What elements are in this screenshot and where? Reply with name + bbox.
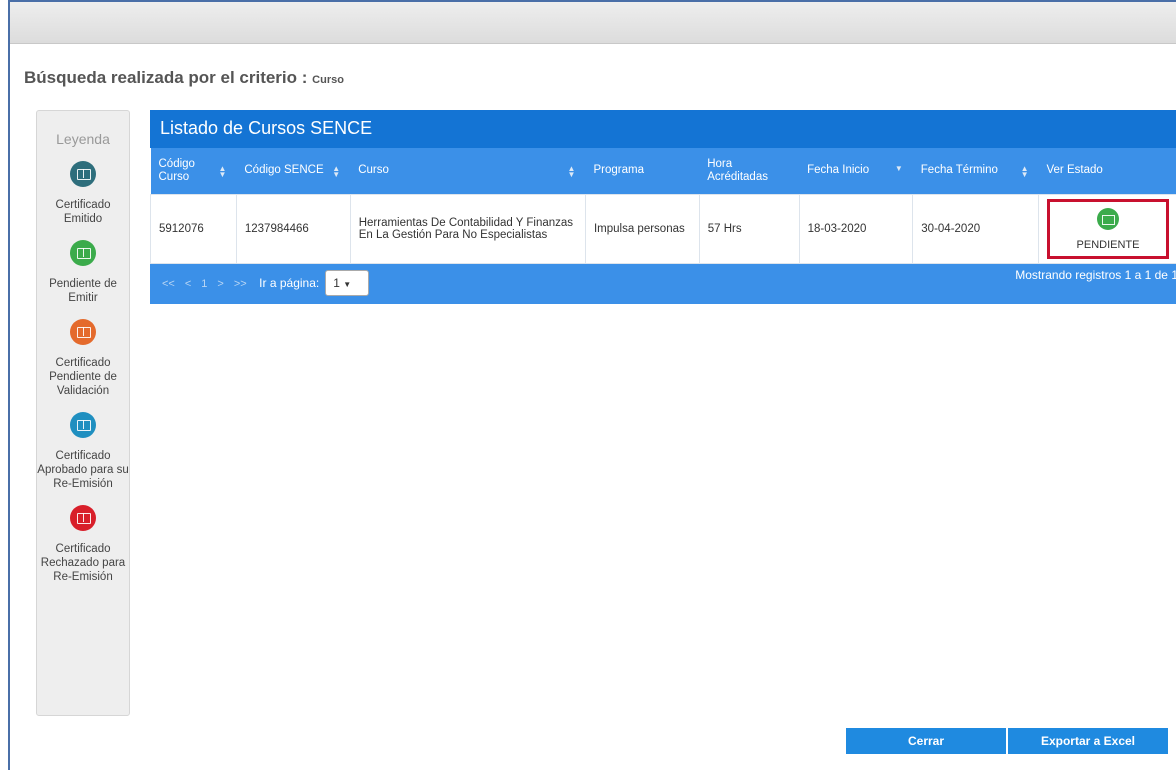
legend-item-rechazado-reemision: Certificado Rechazado para Re-Emisión — [37, 505, 129, 584]
certificate-book-icon — [70, 240, 96, 266]
panel-title: Listado de Cursos SENCE — [150, 110, 1176, 148]
column-header-fecha-termino[interactable]: Fecha Término ▲ ▼ — [913, 148, 1039, 194]
table-header-row: Código Curso ▲ ▼ Código SENCE ▲ ▼ Curso ▲ ▼ Pr… — [150, 148, 1176, 194]
window-frame: Búsqueda realizada por el criterio : Cur… — [8, 0, 1176, 770]
legend-label: Certificado Emitido — [55, 199, 111, 225]
dropdown-arrow-icon: ▼ — [343, 279, 352, 289]
cell-fecha-termino: 30-04-2020 — [912, 193, 1039, 264]
cell-fecha-inicio: 18-03-2020 — [798, 193, 914, 264]
first-page-link[interactable]: << — [158, 276, 179, 292]
legend-label: Certificado Aprobado para su Re-Emisión — [37, 450, 129, 490]
export-excel-button[interactable]: Exportar a Excel — [1008, 728, 1168, 754]
legend-label: Certificado Rechazado para Re-Emisión — [40, 543, 126, 583]
column-header-ver-estado: Ver Estado — [1046, 164, 1103, 177]
top-bar — [10, 2, 1176, 44]
certificate-book-icon — [70, 319, 96, 345]
certificate-book-icon — [70, 412, 96, 438]
cell-codigo-sence: 1237984466 — [235, 193, 351, 264]
legend-title: Leyenda — [56, 131, 110, 147]
courses-panel: Listado de Cursos SENCE Código Curso ▲ ▼ C… — [150, 110, 1176, 304]
column-header-codigo-sence[interactable]: Código SENCE ▲ ▼ — [236, 148, 350, 194]
legend-panel: Leyenda Certificado Emitido Pendiente de… — [36, 110, 130, 716]
column-header-horas[interactable]: Hora Acréditadas — [699, 148, 799, 194]
prev-page-link[interactable]: < — [181, 276, 195, 292]
search-criteria-heading: Búsqueda realizada por el criterio : Cur… — [24, 68, 344, 88]
certificate-book-icon — [70, 505, 96, 531]
legend-label: Certificado Pendiente de Validación — [49, 357, 117, 397]
goto-page: Ir a página: 1 ▼ — [259, 269, 370, 296]
table-row: 5912076 1237984466 Herramientas De Conta… — [150, 193, 1176, 264]
sort-icon: ▲ ▼ — [1020, 164, 1029, 179]
certificate-book-icon — [70, 161, 96, 187]
legend-item-pendiente-validacion: Certificado Pendiente de Validación — [37, 319, 129, 398]
pagination-links: << < 1 > >> — [158, 276, 251, 292]
legend-item-emitido: Certificado Emitido — [37, 161, 129, 226]
sort-icon: ▲ ▼ — [332, 164, 341, 179]
page-select[interactable]: 1 ▼ — [325, 269, 370, 296]
status-highlight-box[interactable]: PENDIENTE — [1047, 198, 1169, 259]
records-info: Mostrando registros 1 a 1 de 1 — [1015, 267, 1176, 282]
legend-item-aprobado-reemision: Certificado Aprobado para su Re-Emisión — [37, 412, 129, 491]
close-button[interactable]: Cerrar — [846, 728, 1006, 754]
legend-item-pendiente-emitir: Pendiente de Emitir — [37, 240, 129, 305]
cell-ver-estado: PENDIENTE — [1038, 193, 1176, 264]
next-page-link[interactable]: > — [213, 276, 227, 292]
last-page-link[interactable]: >> — [230, 276, 251, 292]
legend-label: Pendiente de Emitir — [49, 278, 117, 304]
cell-programa: Impulsa personas — [584, 193, 700, 264]
cell-curso: Herramientas De Contabilidad Y Finanzas … — [349, 193, 586, 264]
column-header-codigo-curso[interactable]: Código Curso ▲ ▼ — [151, 148, 237, 194]
search-criteria-prefix: Búsqueda realizada por el criterio : — [24, 68, 308, 87]
column-header-fecha-inicio[interactable]: Fecha Inicio ▼ — [799, 148, 913, 194]
page-link-1[interactable]: 1 — [197, 276, 211, 292]
certificate-book-icon[interactable] — [1097, 207, 1119, 230]
cell-codigo-curso: 5912076 — [150, 193, 237, 264]
sort-desc-icon: ▼ — [894, 164, 903, 173]
sort-icon: ▲ ▼ — [218, 164, 227, 179]
column-header-curso[interactable]: Curso ▲ ▼ — [350, 148, 585, 194]
courses-table: Código Curso ▲ ▼ Código SENCE ▲ ▼ Curso ▲ ▼ Pr… — [150, 148, 1176, 264]
column-header-programa[interactable]: Programa — [585, 148, 699, 194]
status-label: PENDIENTE — [1076, 238, 1140, 251]
sort-icon: ▲ ▼ — [567, 164, 576, 179]
goto-page-label: Ir a página: — [259, 275, 320, 290]
search-criteria-value: Curso — [312, 74, 344, 86]
pagination-bar: << < 1 > >> Ir a página: 1 ▼ Mostrando r… — [150, 263, 1176, 304]
cell-horas: 57 Hrs — [698, 193, 800, 264]
